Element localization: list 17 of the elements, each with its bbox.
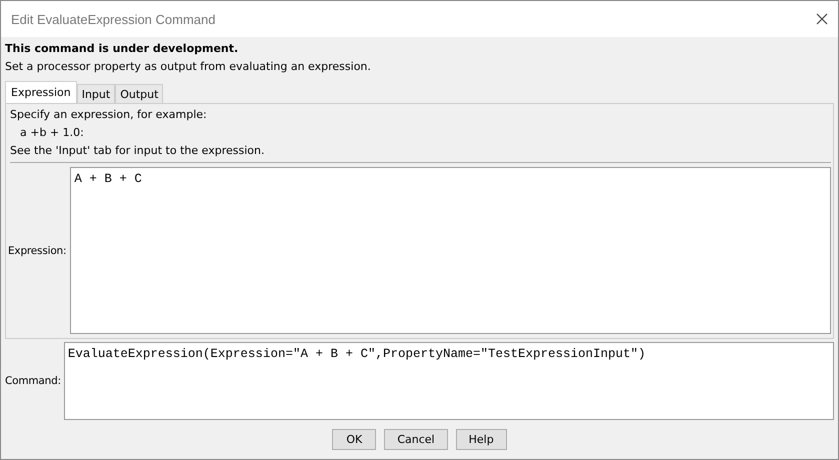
tab[interactable]: Input: [76, 84, 116, 103]
field-label: Expression:: [8, 244, 66, 256]
help-text: Specify an expression, for example:: [9, 107, 208, 123]
expression-field[interactable]: A + B + C: [70, 167, 831, 334]
tab[interactable]: Output: [115, 84, 164, 103]
description-text: Set a processor property as output from evaluating an expression.: [5, 59, 372, 75]
field-label: Command:: [5, 375, 61, 387]
dialog-button[interactable]: Help: [456, 429, 507, 450]
help-text: a +b + 1.0:: [19, 125, 85, 141]
dialog-button[interactable]: OK: [332, 429, 376, 450]
notice-text: This command is under development.: [5, 41, 240, 57]
dialog-button[interactable]: Cancel: [384, 429, 448, 450]
command-field[interactable]: EvaluateExpression(Expression="A + B + C",PropertyName="TestExpressionInput"): [64, 342, 834, 420]
help-text: See the 'Input' tab for input to the expression.: [9, 143, 266, 159]
close-icon[interactable]: [816, 13, 828, 25]
tab[interactable]: Expression: [5, 81, 77, 103]
window-title: Edit EvaluateExpression Command: [11, 12, 216, 26]
